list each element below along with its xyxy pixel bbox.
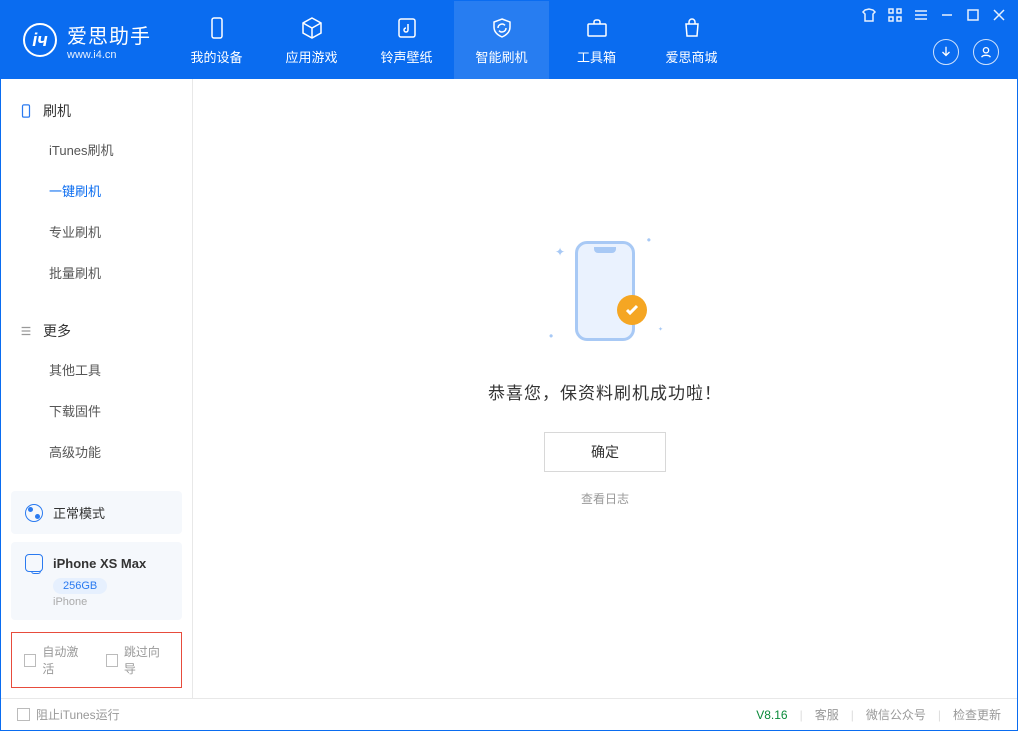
nav-my-device[interactable]: 我的设备 [169, 1, 264, 79]
user-icon[interactable] [973, 39, 999, 65]
ok-button[interactable]: 确定 [544, 432, 666, 472]
highlighted-options: 自动激活 跳过向导 [11, 632, 182, 688]
nav-store[interactable]: 爱思商城 [644, 1, 739, 79]
cube-icon [299, 15, 325, 41]
minimize-icon[interactable] [939, 7, 955, 23]
checkbox-label: 跳过向导 [124, 643, 169, 677]
success-message: 恭喜您，保资料刷机成功啦！ [488, 379, 722, 404]
mode-label: 正常模式 [53, 503, 105, 522]
mode-card[interactable]: 正常模式 [11, 491, 182, 534]
checkbox-icon [106, 654, 118, 667]
sparkle-icon: ✦ [658, 326, 663, 333]
sidebar: 刷机 iTunes刷机 一键刷机 专业刷机 批量刷机 更多 其他工具 下载固件 … [1, 79, 193, 698]
success-illustration: ✦ • • ✦ [545, 231, 665, 351]
list-icon [19, 324, 33, 338]
header-actions [933, 39, 999, 65]
sidebar-item-advanced[interactable]: 高级功能 [1, 431, 192, 472]
maximize-icon[interactable] [965, 7, 981, 23]
nav-label: 工具箱 [577, 47, 616, 66]
main-content: ✦ • • ✦ 恭喜您，保资料刷机成功啦！ 确定 查看日志 [193, 79, 1017, 698]
sidebar-section-flash: 刷机 [1, 93, 192, 129]
support-link[interactable]: 客服 [815, 706, 839, 723]
section-label: 更多 [43, 321, 71, 341]
nav-label: 铃声壁纸 [380, 47, 432, 66]
menu-icon[interactable] [913, 7, 929, 23]
nav-flash[interactable]: 智能刷机 [454, 1, 549, 79]
checkbox-icon [24, 654, 36, 667]
top-nav: 我的设备 应用游戏 铃声壁纸 智能刷机 工具箱 爱思商城 [169, 1, 739, 79]
sidebar-item-batch-flash[interactable]: 批量刷机 [1, 252, 192, 293]
wechat-link[interactable]: 微信公众号 [866, 706, 926, 723]
app-title: 爱思助手 [67, 20, 151, 49]
version-label: V8.16 [756, 708, 787, 722]
mode-icon [25, 504, 43, 522]
checkbox-auto-activate[interactable]: 自动激活 [24, 643, 88, 677]
device-type: iPhone [53, 596, 168, 608]
sparkle-icon: • [647, 233, 651, 247]
checkbox-label: 阻止iTunes运行 [36, 706, 120, 723]
device-icon [204, 15, 230, 41]
check-update-link[interactable]: 检查更新 [953, 706, 1001, 723]
briefcase-icon [584, 15, 610, 41]
sidebar-item-pro-flash[interactable]: 专业刷机 [1, 211, 192, 252]
download-icon[interactable] [933, 39, 959, 65]
music-icon [394, 15, 420, 41]
window-controls [861, 7, 1007, 23]
nav-label: 爱思商城 [665, 47, 717, 66]
checkbox-skip-guide[interactable]: 跳过向导 [106, 643, 170, 677]
phone-icon [575, 241, 635, 341]
phone-icon [19, 104, 33, 118]
section-label: 刷机 [43, 101, 71, 121]
device-card[interactable]: iPhone XS Max 256GB iPhone [11, 542, 182, 620]
checkbox-block-itunes[interactable]: 阻止iTunes运行 [17, 706, 120, 723]
grid-icon[interactable] [887, 7, 903, 23]
checkbox-label: 自动激活 [42, 643, 87, 677]
device-name: iPhone XS Max [53, 556, 146, 571]
nav-label: 我的设备 [190, 47, 242, 66]
close-icon[interactable] [991, 7, 1007, 23]
device-icon [25, 554, 43, 572]
logo-icon: iч [23, 23, 57, 57]
sidebar-item-other-tools[interactable]: 其他工具 [1, 349, 192, 390]
shirt-icon[interactable] [861, 7, 877, 23]
nav-ringtone[interactable]: 铃声壁纸 [359, 1, 454, 79]
status-bar: 阻止iTunes运行 V8.16 | 客服 | 微信公众号 | 检查更新 [1, 698, 1017, 730]
refresh-shield-icon [489, 15, 515, 41]
sidebar-section-more: 更多 [1, 313, 192, 349]
view-log-link[interactable]: 查看日志 [581, 490, 629, 507]
sidebar-item-oneclick-flash[interactable]: 一键刷机 [1, 170, 192, 211]
sidebar-item-download-firmware[interactable]: 下载固件 [1, 390, 192, 431]
nav-label: 智能刷机 [475, 47, 527, 66]
app-subtitle: www.i4.cn [67, 49, 151, 61]
nav-toolbox[interactable]: 工具箱 [549, 1, 644, 79]
sidebar-item-itunes-flash[interactable]: iTunes刷机 [1, 129, 192, 170]
app-body: 刷机 iTunes刷机 一键刷机 专业刷机 批量刷机 更多 其他工具 下载固件 … [1, 79, 1017, 698]
app-logo: iч 爱思助手 www.i4.cn [1, 1, 169, 79]
bag-icon [679, 15, 705, 41]
device-capacity: 256GB [53, 578, 107, 594]
check-badge-icon [617, 295, 647, 325]
checkbox-icon [17, 708, 30, 721]
app-header: iч 爱思助手 www.i4.cn 我的设备 应用游戏 铃声壁纸 智能刷机 工具… [1, 1, 1017, 79]
sparkle-icon: • [549, 329, 553, 343]
sparkle-icon: ✦ [555, 245, 565, 259]
nav-apps[interactable]: 应用游戏 [264, 1, 359, 79]
nav-label: 应用游戏 [285, 47, 337, 66]
